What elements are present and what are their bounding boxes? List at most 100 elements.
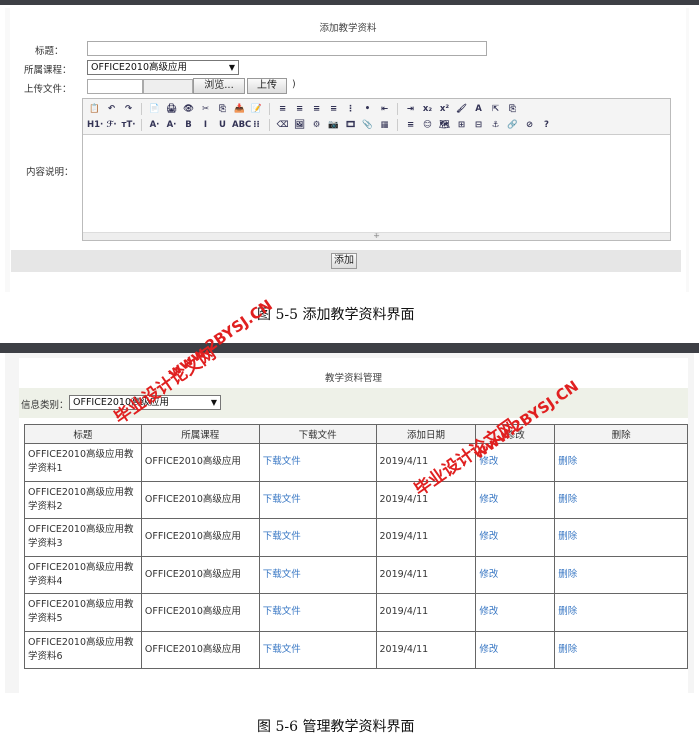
browse-button[interactable]: 浏览... (193, 78, 245, 94)
download-link[interactable]: 下载文件 (263, 569, 301, 580)
add-button[interactable]: 添加 (331, 253, 357, 269)
download-link[interactable]: 下载文件 (263, 606, 301, 617)
editor-tool-icon[interactable]: ≡ (309, 102, 324, 116)
table-cell: 删除 (554, 480, 688, 519)
editor-tool-icon[interactable]: ⁝⁝ (249, 118, 264, 132)
editor-tool-icon[interactable]: A (471, 102, 486, 116)
cell-title: OFFICE2010高级应用教学资料2 (28, 486, 134, 512)
table-cell: OFFICE2010高级应用 (140, 630, 260, 669)
table-cell: 2019/4/11 (375, 518, 477, 557)
editor-tool-icon[interactable]: x² (437, 102, 452, 116)
edit-link[interactable]: 修改 (479, 606, 498, 617)
edit-link[interactable]: 修改 (479, 644, 498, 655)
editor-tool-icon[interactable]: ⊟ (471, 118, 486, 132)
editor-tool-icon[interactable]: 🖨 (164, 102, 179, 116)
editor-tool-icon[interactable]: 📷 (326, 118, 341, 132)
table-row: OFFICE2010高级应用教学资料5 OFFICE2010高级应用 下载文件 201… (24, 593, 688, 632)
editor-tool-icon[interactable]: ≡ (326, 102, 341, 116)
table-cell: OFFICE2010高级应用 (140, 518, 260, 557)
table-cell: 修改 (475, 630, 556, 669)
download-link[interactable]: 下载文件 (263, 494, 301, 505)
header-download: 下载文件 (258, 424, 377, 444)
editor-tool-icon[interactable]: ⋮ (343, 102, 358, 116)
editor-tool-icon[interactable]: A· (147, 118, 162, 132)
rich-text-editor[interactable]: 📋 ↶ ↷ 📄 🖨 👁 ✂ ⎘ 📥 📝 ≡ ≡ ≡ ≡ ⋮ • ⇤ ⇥ x₂ x² 🖌 A ⇱ ⎘ H1· ℱ· тT· A· A· B… (82, 98, 671, 241)
editor-tool-icon[interactable]: I (198, 118, 213, 132)
editor-tool-icon[interactable]: 🎞 (343, 118, 358, 132)
toolbar-row-2: H1· ℱ· тT· A· A· B I U ABC ⁝⁝ ⌫ 🖼 ⚙ 📷 🎞 📎 ▦ ≡ 😊 🗺 ⊞ ⊟ ⚓ 🔗 ⊘? (87, 117, 554, 133)
editor-tool-icon[interactable]: A· (164, 118, 179, 132)
edit-link[interactable]: 修改 (479, 531, 498, 542)
editor-tool-icon[interactable]: 🖌 (454, 102, 469, 116)
editor-tool-icon[interactable]: 🖼 (292, 118, 307, 132)
editor-tool-icon[interactable]: 📎 (360, 118, 375, 132)
title-input[interactable] (87, 41, 487, 56)
editor-tool-icon[interactable]: 📝 (249, 102, 264, 116)
download-link[interactable]: 下载文件 (263, 531, 301, 542)
delete-link[interactable]: 删除 (558, 494, 577, 505)
edit-link[interactable]: 修改 (479, 569, 498, 580)
cell-course: OFFICE2010高级应用 (144, 493, 241, 505)
editor-tool-icon[interactable]: x₂ (420, 102, 435, 116)
manage-title: 教学资料管理 (324, 373, 382, 384)
editor-tool-icon[interactable]: 📥 (232, 102, 247, 116)
editor-tool-icon[interactable]: 😊 (420, 118, 435, 132)
editor-tool-icon[interactable]: H1· (87, 118, 103, 132)
editor-resize-bar[interactable]: ⁜ (83, 232, 670, 240)
add-material-panel: 添加教学资料 标题： 所属课程： OFFICE2010高级应用 ▼ 上传文件： … (5, 8, 689, 292)
editor-tool-icon[interactable]: ⊞ (454, 118, 469, 132)
editor-tool-icon[interactable]: B (181, 118, 196, 132)
cell-title: OFFICE2010高级应用教学资料5 (28, 599, 134, 625)
table-cell: 删除 (554, 518, 688, 557)
editor-tool-icon[interactable]: ↶ (104, 102, 119, 116)
header-delete: 删除 (554, 424, 688, 444)
download-link[interactable]: 下载文件 (263, 644, 301, 655)
editor-tool-icon[interactable]: 📋 (87, 102, 102, 116)
editor-tool-icon[interactable]: ▦ (377, 118, 392, 132)
editor-tool-icon[interactable]: ⇱ (488, 102, 503, 116)
editor-tool-icon[interactable]: ⇤ (377, 102, 392, 116)
editor-tool-icon[interactable]: 🗺 (437, 118, 452, 132)
upload-button[interactable]: 上传 (247, 78, 287, 94)
editor-tool-icon[interactable]: ↷ (121, 102, 136, 116)
editor-tool-icon[interactable]: ⊘ (522, 118, 537, 132)
editor-tool-icon[interactable]: 📄 (147, 102, 162, 116)
download-link[interactable]: 下载文件 (263, 456, 301, 467)
editor-tool-icon[interactable]: тT· (121, 118, 136, 132)
editor-tool-icon[interactable]: ≡ (292, 102, 307, 116)
delete-link[interactable]: 删除 (558, 644, 577, 655)
editor-tool-icon[interactable]: ⇥ (403, 102, 418, 116)
editor-tool-icon[interactable]: ? (539, 118, 554, 132)
editor-tool-icon[interactable]: ABC (232, 118, 251, 132)
delete-link[interactable]: 删除 (558, 531, 577, 542)
editor-tool-icon[interactable]: 🔗 (505, 118, 520, 132)
editor-tool-icon[interactable]: ℱ· (104, 118, 119, 132)
table-cell: 2019/4/11 (375, 555, 477, 594)
course-select[interactable]: OFFICE2010高级应用 ▼ (87, 60, 239, 75)
editor-tool-icon[interactable]: ⌫ (275, 118, 290, 132)
delete-link[interactable]: 删除 (558, 606, 577, 617)
toolbar-separator (141, 119, 142, 131)
editor-tool-icon[interactable]: ⚙ (309, 118, 324, 132)
upload-path-field (143, 79, 193, 94)
chevron-down-icon: ▼ (210, 398, 217, 407)
editor-tool-icon[interactable]: U (215, 118, 230, 132)
editor-tool-icon[interactable]: ≡ (403, 118, 418, 132)
course-label: 所属课程： (24, 65, 72, 76)
cell-date: 2019/4/11 (379, 531, 429, 543)
edit-link[interactable]: 修改 (479, 494, 498, 505)
editor-tool-icon[interactable]: ⚓ (488, 118, 503, 132)
manage-panel: 教学资料管理 信息类别： OFFICE2010高级应用 ▼ 标题 所属课程 下载… (5, 353, 694, 693)
editor-tool-icon[interactable]: ⎘ (215, 102, 230, 116)
editor-tool-icon[interactable]: ⎘ (505, 102, 520, 116)
editor-tool-icon[interactable]: ≡ (275, 102, 290, 116)
toolbar-row-1: 📋 ↶ ↷ 📄 🖨 👁 ✂ ⎘ 📥 📝 ≡ ≡ ≡ ≡ ⋮ • ⇤ ⇥ x₂ x² 🖌 A ⇱ ⎘ (87, 101, 520, 117)
delete-link[interactable]: 删除 (558, 456, 577, 467)
delete-link[interactable]: 删除 (558, 569, 577, 580)
cell-title: OFFICE2010高级应用教学资料3 (28, 524, 134, 550)
table-cell: 2019/4/11 (375, 630, 477, 669)
editor-tool-icon[interactable]: ✂ (198, 102, 213, 116)
editor-tool-icon[interactable]: 👁 (181, 102, 196, 116)
editor-tool-icon[interactable]: • (360, 102, 375, 116)
upload-path-input[interactable] (87, 79, 143, 94)
